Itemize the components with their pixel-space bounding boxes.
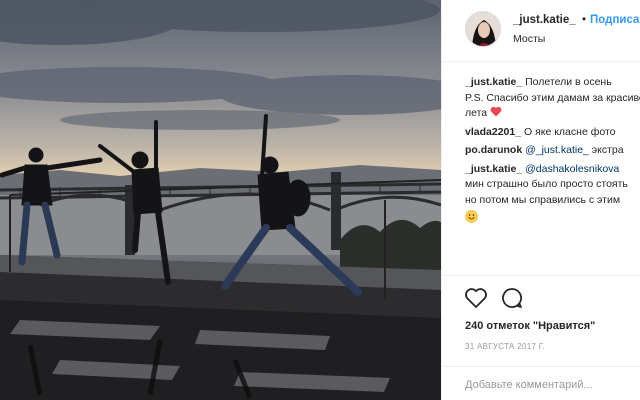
- comment-mention[interactable]: @dashakolesnikova: [525, 163, 619, 175]
- comment-line: vlada2201_ О яке класне фото: [465, 125, 640, 141]
- avatar[interactable]: [465, 11, 501, 47]
- comment-form: [442, 366, 640, 400]
- comment-list: _just.katie_ Полетели в осень P.S. Спаси…: [465, 75, 640, 230]
- comment-text: Полетели в осень: [525, 76, 612, 88]
- comment-input[interactable]: [465, 376, 635, 394]
- post-header: _just.katie_ • Подписаться Мосты: [442, 0, 640, 62]
- comment-line: лета: [465, 106, 640, 122]
- comment-item: _just.katie_ @dashakolesnikova мин страш…: [465, 162, 640, 227]
- comment-line: po.darunok @_just.katie_ экстра: [465, 143, 640, 159]
- comment-username[interactable]: _just.katie_: [465, 76, 522, 88]
- post-sidebar: _just.katie_ • Подписаться Мосты _just.k…: [441, 0, 640, 400]
- comment-line: но потом мы справились с этим: [465, 193, 640, 209]
- likes-count[interactable]: 240 отметок "Нравится": [465, 320, 595, 332]
- author-username[interactable]: _just.katie_: [513, 14, 576, 26]
- comment-caption: _just.katie_ Полетели в осень P.S. Спаси…: [465, 75, 640, 122]
- comment-line: мин страшно было просто стоять: [465, 177, 640, 193]
- comment-line: _just.katie_ @dashakolesnikova: [465, 162, 640, 178]
- comment-item: po.darunok @_just.katie_ экстра: [465, 143, 640, 159]
- post-date: 31 АВГУСТА 2017 Г.: [465, 342, 545, 351]
- smiling-face-icon: [465, 210, 478, 223]
- comment-text: экстра: [591, 144, 624, 156]
- comment-text: О яке класне фото: [523, 125, 616, 138]
- comment-text: лета: [465, 107, 488, 119]
- comment-username[interactable]: vlada2201_: [465, 126, 521, 138]
- comment-mention[interactable]: @_just.katie_: [525, 144, 589, 156]
- avatar-photo: [466, 12, 500, 46]
- comment-line: P.S. Спасибо этим дамам за красивое: [465, 91, 640, 107]
- red-heart-icon: [490, 106, 502, 117]
- comment-line: _just.katie_ Полетели в осень: [465, 75, 640, 91]
- comment-line: [465, 208, 640, 227]
- post-actions: 240 отметок "Нравится" 31 АВГУСТА 2017 Г…: [442, 275, 640, 400]
- like-button[interactable]: [464, 286, 488, 310]
- photo-scene: [0, 0, 441, 400]
- location-link[interactable]: Мосты: [513, 33, 545, 45]
- comment-text: но потом мы справились с этим: [465, 193, 621, 206]
- comment-text: мин страшно было просто стоять: [465, 178, 628, 190]
- speech-bubble-icon: [502, 288, 523, 308]
- comment-text: P.S. Спасибо этим дамам за красивое: [465, 91, 640, 104]
- comment-username[interactable]: _just.katie_: [465, 163, 522, 175]
- separator-dot: •: [582, 14, 587, 26]
- comment-button[interactable]: [500, 286, 524, 310]
- follow-button[interactable]: Подписаться: [590, 14, 640, 26]
- post-photo[interactable]: [0, 0, 441, 400]
- comment-username[interactable]: po.darunok: [465, 144, 522, 156]
- clouds: [0, 0, 441, 130]
- comment-item: vlada2201_ О яке класне фото: [465, 125, 640, 141]
- heart-outline-icon: [465, 288, 487, 308]
